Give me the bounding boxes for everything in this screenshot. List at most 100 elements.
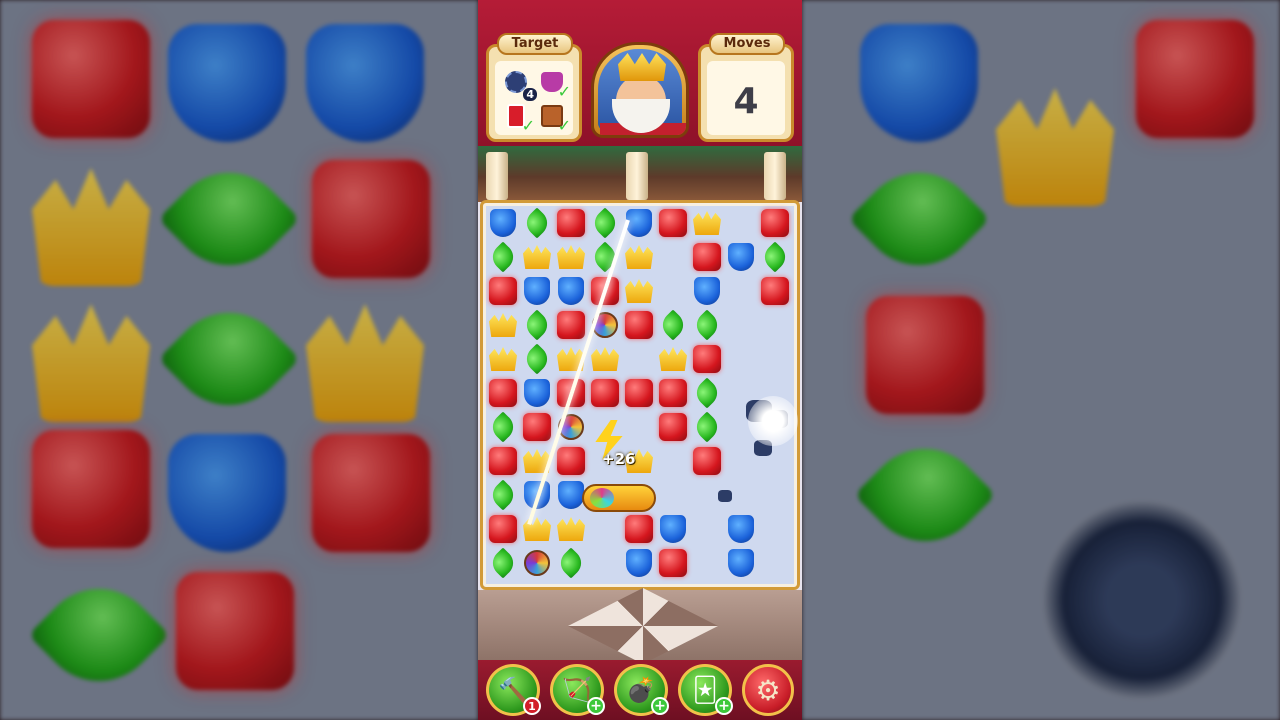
board-tile[interactable] [556, 276, 586, 306]
bg-red-block [176, 572, 294, 690]
board-tile[interactable] [590, 344, 620, 374]
board-tile[interactable] [556, 242, 586, 272]
board-tile[interactable] [658, 208, 688, 238]
board-tile[interactable] [488, 446, 518, 476]
board-tile[interactable] [487, 241, 519, 273]
board-tile[interactable] [760, 276, 790, 306]
board-tile[interactable] [589, 207, 621, 239]
board-tile[interactable] [692, 276, 722, 306]
check-icon: ✓ [557, 82, 571, 101]
green-gem-icon [487, 547, 519, 579]
board-tile[interactable] [658, 412, 688, 442]
board-tile[interactable] [522, 378, 552, 408]
board-tile[interactable] [624, 378, 654, 408]
board-tile[interactable] [590, 378, 620, 408]
red-gem-icon [659, 413, 687, 441]
board-tile[interactable] [556, 310, 586, 340]
board-tile[interactable] [624, 310, 654, 340]
board-tile[interactable] [522, 242, 552, 272]
hammer-booster-button[interactable]: 🔨 1 [486, 664, 541, 716]
board-tile[interactable] [488, 344, 518, 374]
board-tile[interactable] [726, 514, 756, 544]
board-tile[interactable] [488, 310, 518, 340]
board-tile[interactable] [522, 276, 552, 306]
bg-gold-crown [996, 88, 1114, 206]
blue-gem-icon [626, 209, 652, 237]
target-list: 4 ✓ ✓ ✓ [495, 61, 573, 135]
board-tile[interactable] [522, 548, 552, 578]
bow-booster-button[interactable]: 🏹 + [550, 664, 605, 716]
board-tile[interactable] [726, 548, 756, 578]
board-tile[interactable] [522, 412, 552, 442]
board-tile[interactable] [692, 208, 722, 238]
board-tile[interactable] [624, 548, 654, 578]
board-tile[interactable] [521, 309, 553, 341]
settings-button[interactable]: ⚙ [742, 664, 794, 716]
bg-blue-shield [306, 24, 424, 142]
board-tile[interactable] [658, 344, 688, 374]
board-tile[interactable] [691, 411, 723, 443]
bomb-target-icon: 4 [501, 67, 537, 101]
board-tile[interactable] [657, 309, 689, 341]
bg-red-block [866, 296, 984, 414]
board-tile[interactable] [522, 514, 552, 544]
red-gem-icon [625, 515, 653, 543]
green-gem-icon [759, 241, 791, 273]
board-tile[interactable] [488, 514, 518, 544]
board-grid [486, 206, 794, 584]
rocket-booster[interactable] [582, 484, 656, 512]
blue-gem-icon [558, 277, 584, 305]
board-tile[interactable] [658, 378, 688, 408]
board-tile[interactable] [555, 547, 587, 579]
board-tile[interactable] [692, 446, 722, 476]
blue-gem-icon [490, 209, 516, 237]
moves-box: 4 [707, 61, 785, 135]
gold-gem-icon [523, 245, 551, 269]
board-tile[interactable] [488, 276, 518, 306]
green-gem-icon [487, 241, 519, 273]
bg-red-block [1136, 20, 1254, 138]
bg-green-leaf [158, 148, 300, 290]
bow-add-badge: + [587, 697, 605, 715]
blue-gem-icon [626, 549, 652, 577]
board-tile[interactable] [488, 208, 518, 238]
board-tile[interactable] [692, 344, 722, 374]
board-tile[interactable] [624, 242, 654, 272]
red-gem-icon [693, 243, 721, 271]
blue-gem-icon [728, 515, 754, 543]
green-gem-icon [487, 479, 519, 511]
board-tile[interactable] [658, 548, 688, 578]
board-tile[interactable] [692, 242, 722, 272]
gold-gem-icon [557, 245, 585, 269]
board-tile[interactable] [726, 242, 756, 272]
board-tile[interactable] [556, 208, 586, 238]
board-tile[interactable] [691, 309, 723, 341]
green-gem-icon [555, 547, 587, 579]
board-tile[interactable] [691, 377, 723, 409]
explosion-glow [748, 396, 798, 446]
board-tile[interactable] [487, 411, 519, 443]
board-tile[interactable] [556, 514, 586, 544]
bow-icon: 🏹 [562, 676, 592, 704]
board-tile[interactable] [487, 479, 519, 511]
blue-gem-icon [558, 481, 584, 509]
board-tile[interactable] [521, 343, 553, 375]
board-tile[interactable] [760, 208, 790, 238]
board-tile[interactable] [759, 241, 791, 273]
board-tile[interactable] [624, 276, 654, 306]
bg-blue-shield [168, 434, 286, 552]
board-tile[interactable] [624, 514, 654, 544]
board-tile[interactable] [488, 378, 518, 408]
green-gem-icon [691, 309, 723, 341]
bg-gold-crown [32, 168, 150, 286]
moves-panel: Moves 4 [698, 33, 794, 142]
jester-booster-button[interactable]: 🃏 + [678, 664, 733, 716]
red-gem-icon [489, 379, 517, 407]
board-tile[interactable] [658, 514, 688, 544]
jester-icon: 🃏 [692, 676, 718, 704]
red-gem-icon [557, 209, 585, 237]
cannon-booster-button[interactable]: 💣 + [614, 664, 669, 716]
board-tile[interactable] [521, 207, 553, 239]
board-tile[interactable] [556, 446, 586, 476]
board-tile[interactable] [487, 547, 519, 579]
